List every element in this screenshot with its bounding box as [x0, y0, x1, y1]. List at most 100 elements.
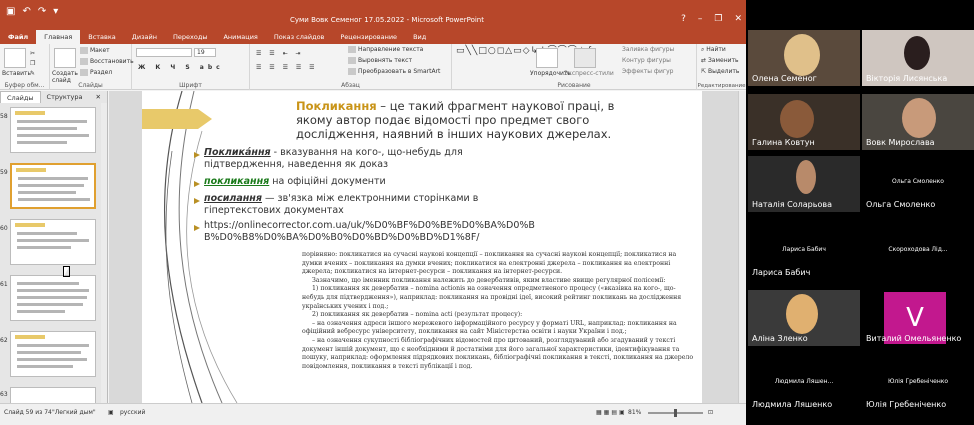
- tab-slideshow[interactable]: Показ слайдов: [266, 30, 333, 44]
- undo-icon[interactable]: ↶: [22, 6, 30, 17]
- customize-icon[interactable]: ▾: [53, 6, 58, 17]
- participant-name: Олена Семеног: [752, 74, 817, 83]
- section-button[interactable]: Раздел: [80, 69, 112, 76]
- shape-effects-button[interactable]: Эффекты фигур: [622, 68, 673, 75]
- participant-tile[interactable]: V Виталий Омельяненко: [862, 290, 974, 346]
- tab-view[interactable]: Вид: [405, 30, 434, 44]
- tab-review[interactable]: Рецензирование: [332, 30, 405, 44]
- tab-file[interactable]: Файл: [0, 30, 37, 44]
- paste-icon[interactable]: [4, 48, 26, 68]
- align-buttons[interactable]: ☰ ☰ ☰ ☰ ☰: [256, 64, 318, 71]
- replace-button[interactable]: ⇄ Заменить: [701, 57, 739, 64]
- bullet-4-link[interactable]: https://onlinecorrector.com.ua/uk/%D0%BF…: [204, 220, 549, 244]
- slide-thumbnail[interactable]: [10, 219, 96, 265]
- quick-styles-button[interactable]: Экспресс-стили: [564, 70, 614, 77]
- align-text-icon: [348, 57, 356, 64]
- shape-fill-button[interactable]: Заливка фигуры: [622, 46, 674, 53]
- tab-animation[interactable]: Анимация: [215, 30, 265, 44]
- restore-button[interactable]: Восстановить: [80, 58, 134, 65]
- participant-tile[interactable]: Людмила Ляшен... Людмила Ляшенко: [748, 356, 860, 412]
- thumb-text: [17, 120, 87, 123]
- participant-tile[interactable]: Наталія Соларьова: [748, 156, 860, 212]
- zoom-slider-handle[interactable]: [674, 409, 677, 417]
- arrange-icon[interactable]: [536, 48, 558, 68]
- group-drawing: ▭╲╲□○◻△▭◇↳↓⌒⌒⌒☆{ Упорядочить Экспресс-ст…: [452, 44, 697, 90]
- group-font-label: Шрифт: [179, 82, 202, 89]
- spellcheck-icon[interactable]: ▣: [108, 409, 114, 416]
- participant-tile[interactable]: Аліна Зленко: [748, 290, 860, 346]
- tab-transitions[interactable]: Переходы: [165, 30, 215, 44]
- thumb-text: [17, 246, 71, 249]
- format-painter-icon[interactable]: ✎: [30, 70, 35, 77]
- current-slide[interactable]: Покликання – це такий фрагмент наукової …: [142, 91, 702, 403]
- participant-tile[interactable]: Лариса Бабич Лариса Бабич: [748, 224, 860, 280]
- decorative-curves-icon: [163, 91, 238, 403]
- slide-thumbnail[interactable]: [10, 107, 96, 153]
- tab-slides[interactable]: Слайды: [0, 91, 41, 103]
- tab-home[interactable]: Главная: [36, 30, 81, 44]
- font-family-select[interactable]: [136, 48, 192, 57]
- window-controls: ? – ❐ ✕: [681, 14, 742, 24]
- save-icon[interactable]: ▣: [6, 6, 15, 17]
- list-buttons[interactable]: ☰ ☰ ⇤ ⇥: [256, 50, 304, 57]
- paste-button[interactable]: Вставить: [2, 70, 31, 77]
- smartart-button[interactable]: Преобразовать в SmartArt: [348, 68, 440, 75]
- quick-styles-icon[interactable]: [574, 48, 596, 68]
- tab-insert[interactable]: Вставка: [80, 30, 124, 44]
- maximize-icon[interactable]: ❐: [714, 14, 722, 24]
- participant-tile[interactable]: Вовк Мирослава: [862, 94, 974, 150]
- smartart-icon: [348, 68, 356, 75]
- participant-tile[interactable]: Вікторія Лисянська: [862, 30, 974, 86]
- layout-button[interactable]: Макет: [80, 47, 110, 54]
- zoom-slider[interactable]: [648, 409, 703, 417]
- heading-arrow: [142, 109, 212, 129]
- participant-tile[interactable]: Олена Семеног: [748, 30, 860, 86]
- thumb-heading: [16, 168, 46, 172]
- slide-thumbnail[interactable]: [10, 331, 96, 377]
- redo-icon[interactable]: ↷: [38, 6, 46, 17]
- zoom-level[interactable]: 81%: [628, 409, 641, 416]
- find-button[interactable]: ⌕ Найти: [701, 46, 726, 54]
- select-button[interactable]: ⇱ Выделить: [701, 68, 739, 75]
- participant-name: Ольга Смоленко: [866, 200, 936, 209]
- shapes-gallery[interactable]: ▭╲╲□○◻△▭◇↳↓⌒⌒⌒☆{: [456, 46, 592, 78]
- slides-pane-scrollbar[interactable]: [101, 103, 107, 403]
- shape-outline-button[interactable]: Контур фигуры: [622, 57, 671, 64]
- close-pane-icon[interactable]: ✕: [90, 91, 107, 103]
- slide-scrollbar[interactable]: [738, 91, 746, 403]
- view-buttons[interactable]: ▦▦▤▣: [596, 409, 627, 416]
- slide-counter: Слайд 59 из 74: [4, 409, 52, 416]
- align-text-button[interactable]: Выровнять текст: [348, 57, 412, 64]
- participant-name: Наталія Соларьова: [752, 200, 832, 209]
- help-icon[interactable]: ?: [681, 14, 686, 24]
- participant-tile[interactable]: Юлія Гребенiченко Юлія Гребенiченко: [862, 356, 974, 412]
- font-size-select[interactable]: 19: [194, 48, 216, 57]
- ribbon-tabs: Файл Главная Вставка Дизайн Переходы Ани…: [0, 30, 746, 44]
- thumb-text: [18, 191, 76, 194]
- thumb-text: [17, 127, 77, 130]
- thumb-number: 61: [0, 281, 8, 288]
- tab-outline[interactable]: Структура: [41, 91, 89, 103]
- language[interactable]: русский: [120, 409, 145, 416]
- participant-tile[interactable]: Галина Ковтун: [748, 94, 860, 150]
- text-direction-button[interactable]: Направление текста: [348, 46, 423, 53]
- font-format-buttons[interactable]: Ж К Ч S abc: [138, 64, 224, 71]
- thumb-text: [17, 358, 87, 361]
- minimize-icon[interactable]: –: [698, 14, 703, 24]
- cut-icon[interactable]: ✂: [30, 50, 35, 57]
- tab-design[interactable]: Дизайн: [124, 30, 165, 44]
- fit-window-icon[interactable]: ⊡: [708, 409, 713, 416]
- participant-tile[interactable]: Ольга Смоленко Ольга Смоленко: [862, 156, 974, 212]
- heading-keyword: Покликання: [296, 99, 377, 113]
- status-bar: Слайд 59 из 74 "Легкий дым" ▣ русский ▦▦…: [0, 403, 746, 425]
- slide-thumbnail[interactable]: [10, 275, 96, 321]
- copy-icon[interactable]: ❐: [30, 60, 35, 67]
- new-slide-icon[interactable]: [54, 48, 76, 68]
- slide-thumbnail[interactable]: [10, 387, 96, 403]
- slide-thumbnail-selected[interactable]: [10, 163, 96, 209]
- bullet-icon: [194, 225, 200, 231]
- close-icon[interactable]: ✕: [734, 14, 742, 24]
- participant-name: Виталий Омельяненко: [866, 334, 962, 343]
- participant-tile[interactable]: Скороходова Лід...: [862, 224, 974, 280]
- thumb-text: [17, 134, 89, 137]
